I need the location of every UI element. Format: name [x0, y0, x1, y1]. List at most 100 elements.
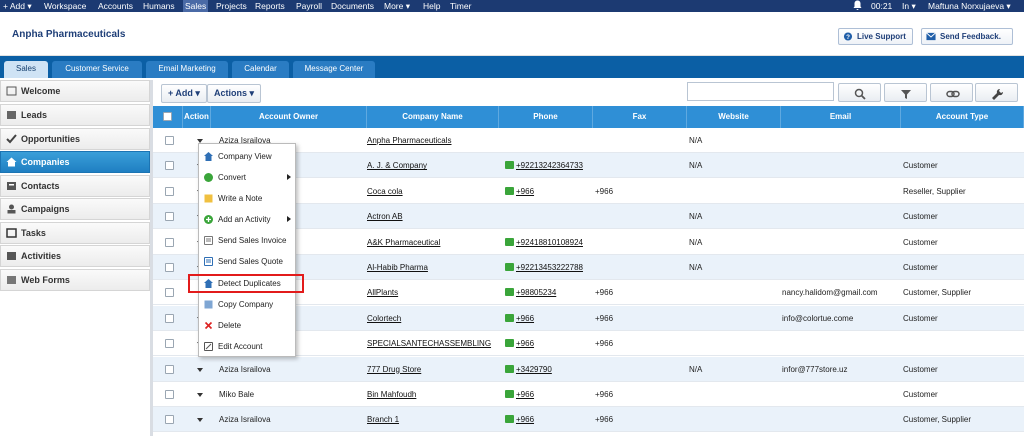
column-header-fax[interactable]: Fax [593, 106, 687, 128]
cell-phone[interactable]: +92418810108924 [505, 230, 593, 255]
cell-phone[interactable]: +92213453222788 [505, 255, 593, 280]
menu-item-add-activity[interactable]: Add an Activity [199, 209, 295, 230]
cell-company[interactable]: 777 Drug Store [367, 357, 495, 382]
nav-projects[interactable]: Projects [216, 0, 247, 12]
menu-item-convert[interactable]: Convert [199, 167, 295, 188]
cell-company[interactable]: Al-Habib Pharma [367, 255, 495, 280]
cell-phone[interactable]: +92213242364733 [505, 153, 593, 178]
company-name-link[interactable]: A&K Pharmaceutical [367, 238, 440, 247]
sidebar-item-campaigns[interactable]: Campaigns [0, 198, 150, 220]
cell-company[interactable]: Anpha Pharmaceuticals [367, 128, 495, 153]
cell-company[interactable]: Branch 1 [367, 407, 495, 432]
nav-documents[interactable]: Documents [331, 0, 374, 12]
phone-link[interactable]: +966 [516, 187, 534, 196]
sidebar-item-companies[interactable]: Companies [0, 151, 150, 173]
menu-item-delete[interactable]: Delete [199, 315, 295, 336]
company-name-link[interactable]: Bin Mahfoudh [367, 390, 416, 399]
nav-accounts[interactable]: Accounts [98, 0, 133, 12]
cell-phone[interactable] [505, 204, 593, 229]
company-name-link[interactable]: Colortech [367, 314, 401, 323]
column-header-action[interactable]: Action [183, 106, 211, 128]
column-header-account-type[interactable]: Account Type [901, 106, 1024, 128]
row-checkbox[interactable] [165, 288, 174, 298]
cell-phone[interactable] [505, 128, 593, 153]
tab-email-marketing[interactable]: Email Marketing [146, 61, 228, 78]
cell-phone[interactable]: +3429790 [505, 357, 593, 382]
row-checkbox[interactable] [165, 415, 174, 425]
sidebar-item-opportunities[interactable]: Opportunities [0, 128, 150, 150]
nav-humans[interactable]: Humans [143, 0, 175, 12]
company-name-link[interactable]: 777 Drug Store [367, 365, 421, 374]
company-name-link[interactable]: SPECIALSANTECHASSEMBLING [367, 339, 491, 348]
menu-item-company-view[interactable]: Company View [199, 146, 295, 167]
column-header-website[interactable]: Website [687, 106, 781, 128]
cell-phone[interactable]: +966 [505, 331, 593, 356]
menu-item-copy-company[interactable]: Copy Company [199, 294, 295, 315]
menu-item-write-note[interactable]: Write a Note [199, 188, 295, 209]
nav-workspace[interactable]: Workspace [44, 0, 86, 12]
settings-button[interactable] [975, 83, 1018, 102]
clock-in-status[interactable]: In ▾ [902, 0, 916, 12]
phone-link[interactable]: +92418810108924 [516, 238, 583, 247]
sidebar-item-tasks[interactable]: Tasks [0, 222, 150, 244]
add-button[interactable]: + Add ▾ [161, 84, 207, 103]
phone-link[interactable]: +92213242364733 [516, 161, 583, 170]
sidebar-item-activities[interactable]: Activities [0, 245, 150, 267]
table-row[interactable]: Miko Bale Bin Mahfoudh +966 +966 Customer [153, 382, 1024, 407]
company-name-link[interactable]: Branch 1 [367, 415, 399, 424]
sidebar-item-contacts[interactable]: Contacts [0, 175, 150, 197]
company-name-link[interactable]: Actron AB [367, 212, 403, 221]
nav-add-menu[interactable]: + Add ▾ [3, 0, 32, 12]
cell-phone[interactable]: +966 [505, 382, 593, 407]
cell-company[interactable]: SPECIALSANTECHASSEMBLING [367, 331, 495, 356]
select-all-checkbox[interactable] [163, 112, 172, 121]
nav-help[interactable]: Help [423, 0, 440, 12]
column-header-phone[interactable]: Phone [499, 106, 593, 128]
nav-reports[interactable]: Reports [255, 0, 285, 12]
send-feedback-button[interactable]: Send Feedback. [921, 28, 1013, 45]
phone-link[interactable]: +92213453222788 [516, 263, 583, 272]
row-checkbox[interactable] [165, 390, 174, 399]
row-action-caret-icon[interactable] [197, 393, 203, 397]
company-name-link[interactable]: Al-Habib Pharma [367, 263, 428, 272]
notification-bell-icon[interactable] [853, 0, 862, 12]
row-action-caret-icon[interactable] [197, 367, 203, 372]
tab-customer-service[interactable]: Customer Service [52, 61, 142, 78]
column-header-company-name[interactable]: Company Name [367, 106, 499, 128]
row-checkbox[interactable] [165, 136, 174, 145]
select-all-checkbox-cell[interactable] [153, 106, 183, 128]
nav-payroll[interactable]: Payroll [296, 0, 322, 12]
cell-company[interactable]: A. J. & Company [367, 153, 495, 178]
actions-button[interactable]: Actions ▾ [207, 84, 262, 103]
table-row[interactable]: Aziza Israilova Branch 1 +966 +966 Customer,… [153, 407, 1024, 433]
nav-more[interactable]: More ▾ [384, 0, 410, 12]
row-action-caret-icon[interactable] [197, 418, 203, 423]
sidebar-item-leads[interactable]: Leads [0, 104, 150, 126]
cell-company[interactable]: AllPlants [367, 280, 495, 305]
row-checkbox[interactable] [165, 263, 174, 272]
row-checkbox[interactable] [165, 212, 174, 222]
menu-item-send-sales-quote[interactable]: Send Sales Quote [199, 251, 295, 272]
cell-phone[interactable]: +966 [505, 407, 593, 432]
row-checkbox[interactable] [165, 237, 174, 247]
phone-link[interactable]: +966 [516, 390, 534, 399]
company-name-link[interactable]: Anpha Pharmaceuticals [367, 136, 452, 145]
tab-calendar[interactable]: Calendar [232, 61, 289, 78]
row-checkbox[interactable] [165, 186, 174, 196]
filter-button[interactable] [884, 83, 927, 102]
live-support-button[interactable]: ? Live Support [838, 28, 913, 45]
phone-link[interactable]: +98805234 [516, 288, 556, 297]
phone-link[interactable]: +966 [516, 415, 534, 424]
phone-link[interactable]: +966 [516, 314, 534, 323]
menu-item-edit-account[interactable]: Edit Account [199, 336, 295, 357]
company-name-link[interactable]: A. J. & Company [367, 161, 427, 170]
cell-company[interactable]: Actron AB [367, 204, 495, 229]
row-checkbox[interactable] [165, 339, 174, 349]
row-checkbox[interactable] [165, 364, 174, 374]
cell-company[interactable]: A&K Pharmaceutical [367, 230, 495, 255]
phone-link[interactable]: +3429790 [516, 365, 552, 374]
row-checkbox[interactable] [165, 161, 174, 171]
search-input[interactable] [687, 82, 834, 101]
phone-link[interactable]: +966 [516, 339, 534, 348]
row-checkbox[interactable] [165, 313, 174, 323]
